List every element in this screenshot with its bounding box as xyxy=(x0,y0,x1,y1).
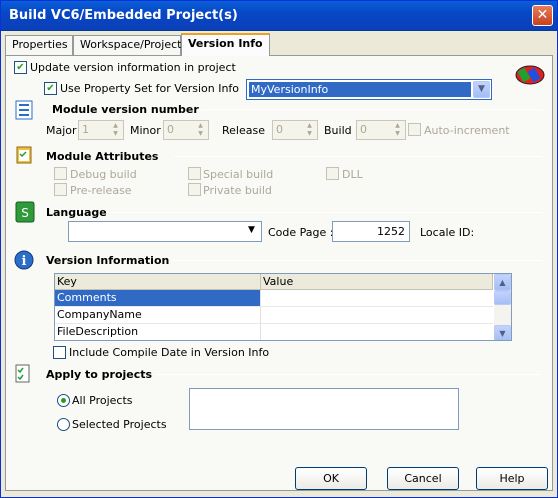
use-property-set-checkbox[interactable]: ✔ xyxy=(44,82,57,95)
release-value: 0 xyxy=(276,123,283,136)
debug-build-label: Debug build xyxy=(70,168,137,181)
spin-arrows-icon[interactable]: ▲ ▼ xyxy=(109,122,122,138)
ok-button[interactable]: OK xyxy=(295,467,367,490)
separator xyxy=(106,212,542,213)
code-page-label: Code Page : xyxy=(268,226,334,239)
minor-spinner[interactable]: 0 ▲ ▼ xyxy=(163,120,209,140)
table-scrollbar[interactable]: ▲ ▼ xyxy=(494,274,511,340)
separator xyxy=(172,260,542,261)
include-compile-date-label: Include Compile Date in Version Info xyxy=(69,346,270,359)
code-page-field[interactable]: 1252 xyxy=(332,221,410,242)
build-spinner[interactable]: 0 ▲ ▼ xyxy=(356,120,406,140)
major-value: 1 xyxy=(82,123,89,136)
special-build-label: Special build xyxy=(203,168,274,181)
update-version-checkbox[interactable]: ✔ xyxy=(14,61,27,74)
all-projects-radio[interactable] xyxy=(57,394,70,407)
update-version-label: Update version information in project xyxy=(30,61,236,74)
locale-id-label: Locale ID: xyxy=(420,226,475,239)
build-label: Build xyxy=(324,124,352,137)
minor-value: 0 xyxy=(167,123,174,136)
build-value: 0 xyxy=(360,123,367,136)
separator xyxy=(174,156,542,157)
chevron-down-icon[interactable]: ▼ xyxy=(473,81,490,98)
scroll-up-icon[interactable]: ▲ xyxy=(494,274,511,291)
column-header-value[interactable]: Value xyxy=(261,274,493,290)
help-button[interactable]: Help xyxy=(476,467,548,490)
scroll-thumb[interactable] xyxy=(494,291,511,305)
spin-arrows-icon[interactable]: ▲ ▼ xyxy=(303,122,316,138)
use-property-set-label: Use Property Set for Version Info xyxy=(60,82,240,95)
major-label: Major xyxy=(46,124,77,137)
version-information-title: Version Information xyxy=(46,254,170,267)
tab-version-info[interactable]: Version Info xyxy=(181,33,270,56)
row-key: Comments xyxy=(55,290,261,306)
language-combo[interactable]: ▼ xyxy=(68,221,262,242)
special-build-checkbox[interactable] xyxy=(188,167,201,180)
row-key: FileDescription xyxy=(55,324,261,340)
list-icon xyxy=(15,100,33,120)
logo-icon xyxy=(515,65,545,85)
private-build-label: Private build xyxy=(203,184,272,197)
table-row[interactable]: FileDescription xyxy=(55,324,493,340)
include-compile-date-checkbox[interactable] xyxy=(53,346,66,359)
property-set-value: MyVersionInfo xyxy=(249,82,471,97)
major-spinner[interactable]: 1 ▲ ▼ xyxy=(78,120,124,140)
language-book-icon: S xyxy=(15,201,35,223)
minor-label: Minor xyxy=(130,124,161,137)
selected-projects-list[interactable] xyxy=(189,388,459,430)
all-projects-label: All Projects xyxy=(72,394,133,407)
dll-label: DLL xyxy=(342,168,363,181)
tab-properties[interactable]: Properties xyxy=(5,35,73,55)
close-button[interactable]: ✕ xyxy=(532,5,553,26)
window-title: Build VC6/Embedded Project(s) xyxy=(9,8,238,23)
svg-text:i: i xyxy=(22,254,27,269)
pre-release-checkbox[interactable] xyxy=(54,183,67,196)
auto-increment-label: Auto-increment xyxy=(424,124,510,137)
property-set-combo[interactable]: MyVersionInfo ▼ xyxy=(246,79,492,100)
release-spinner[interactable]: 0 ▲ ▼ xyxy=(272,120,318,140)
title-bar[interactable]: Build VC6/Embedded Project(s) ✕ xyxy=(1,1,557,31)
language-title: Language xyxy=(46,206,107,219)
debug-build-checkbox[interactable] xyxy=(54,167,67,180)
version-info-table[interactable]: Key Value Comments CompanyName FileDescr… xyxy=(54,273,512,341)
checklist-icon xyxy=(15,364,30,383)
release-label: Release xyxy=(222,124,265,137)
svg-text:S: S xyxy=(21,206,29,220)
apply-to-projects-title: Apply to projects xyxy=(46,368,153,381)
info-icon: i xyxy=(14,250,34,270)
clipboard-icon xyxy=(16,146,32,164)
selected-projects-radio[interactable] xyxy=(57,418,70,431)
dll-checkbox[interactable] xyxy=(326,167,339,180)
table-row[interactable]: CompanyName xyxy=(55,307,493,324)
spin-arrows-icon[interactable]: ▲ ▼ xyxy=(194,122,207,138)
selected-projects-label: Selected Projects xyxy=(72,418,167,431)
module-attributes-title: Module Attributes xyxy=(46,150,159,163)
separator xyxy=(202,109,542,110)
row-key: CompanyName xyxy=(55,307,261,323)
cancel-button[interactable]: Cancel xyxy=(387,467,459,490)
dialog-window: Build VC6/Embedded Project(s) ✕ Properti… xyxy=(0,0,558,498)
module-version-title: Module version number xyxy=(52,103,199,116)
chevron-down-icon[interactable]: ▼ xyxy=(243,223,260,240)
private-build-checkbox[interactable] xyxy=(188,183,201,196)
pre-release-label: Pre-release xyxy=(70,184,132,197)
auto-increment-checkbox[interactable] xyxy=(408,123,421,136)
tab-workspace-project[interactable]: Workspace/Project xyxy=(73,35,181,55)
scroll-down-icon[interactable]: ▼ xyxy=(494,325,511,340)
table-row[interactable]: Comments xyxy=(55,290,493,307)
column-header-key[interactable]: Key xyxy=(55,274,261,290)
spin-arrows-icon[interactable]: ▲ ▼ xyxy=(391,122,404,138)
separator xyxy=(155,374,541,375)
